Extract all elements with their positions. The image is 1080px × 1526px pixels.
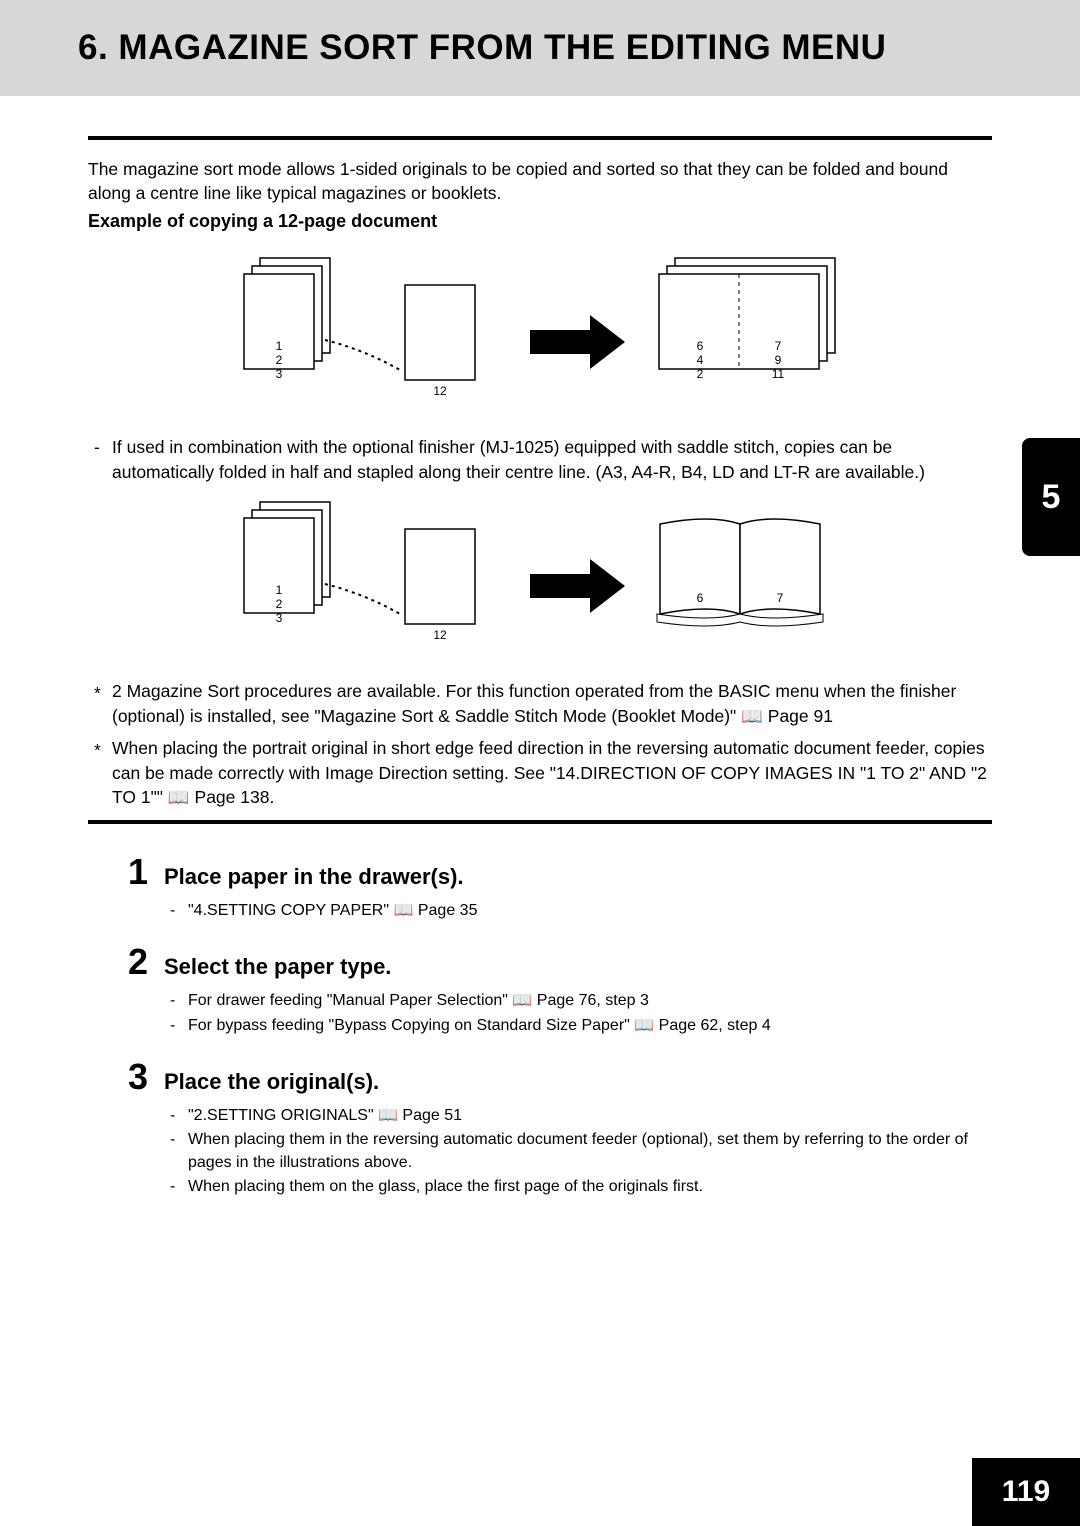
d1-br: 11 — [772, 367, 785, 381]
d2-r: 7 — [777, 591, 784, 605]
step-2-title: Select the paper type. — [164, 954, 391, 980]
star-list: 2 Magazine Sort procedures are available… — [88, 679, 992, 810]
d1-stack-1: 1 — [276, 339, 283, 353]
d1-mr: 9 — [775, 353, 782, 367]
step-3-num: 3 — [128, 1059, 164, 1095]
step-1-num: 1 — [128, 854, 164, 890]
d2-l: 6 — [697, 591, 704, 605]
intro-paragraph: The magazine sort mode allows 1-sided or… — [88, 158, 992, 205]
step-3-item-2: When placing them on the glass, place th… — [164, 1176, 992, 1198]
chapter-tab: 5 — [1022, 438, 1080, 556]
d1-bl: 2 — [697, 367, 704, 381]
step-3: 3 Place the original(s). "2.SETTING ORIG… — [128, 1059, 992, 1199]
top-rule — [88, 136, 992, 140]
star-1: 2 Magazine Sort procedures are available… — [88, 679, 992, 728]
page-header: 6. MAGAZINE SORT FROM THE EDITING MENU — [0, 0, 1080, 96]
d2-stack-1: 1 — [276, 583, 283, 597]
step-3-item-1: When placing them in the reversing autom… — [164, 1129, 992, 1174]
diagram-2: 1 2 3 12 6 7 — [88, 494, 992, 654]
step-1-title: Place paper in the drawer(s). — [164, 864, 464, 890]
d2-stack-2: 2 — [276, 597, 283, 611]
step-2-item-0: For drawer feeding "Manual Paper Selecti… — [164, 990, 992, 1012]
step-1: 1 Place paper in the drawer(s). "4.SETTI… — [128, 854, 992, 922]
step-1-item-0: "4.SETTING COPY PAPER" 📖 Page 35 — [164, 900, 992, 922]
d1-stack-2: 2 — [276, 353, 283, 367]
diagram-1-svg: 1 2 3 12 6 7 4 9 2 11 — [230, 250, 850, 410]
d1-stack-3: 3 — [276, 367, 283, 381]
bullet-1: If used in combination with the optional… — [88, 435, 992, 484]
bullet-list-1: If used in combination with the optional… — [88, 435, 992, 484]
step-2: 2 Select the paper type. For drawer feed… — [128, 944, 992, 1037]
d1-tl: 6 — [697, 339, 704, 353]
step-3-item-0: "2.SETTING ORIGINALS" 📖 Page 51 — [164, 1105, 992, 1127]
d1-tr: 7 — [775, 339, 782, 353]
diagram-2-svg: 1 2 3 12 6 7 — [230, 494, 850, 654]
step-2-item-1: For bypass feeding "Bypass Copying on St… — [164, 1015, 992, 1037]
step-3-title: Place the original(s). — [164, 1069, 379, 1095]
d2-single: 12 — [433, 628, 447, 642]
star-2: When placing the portrait original in sh… — [88, 736, 992, 810]
d1-ml: 4 — [697, 353, 704, 367]
steps-container: 1 Place paper in the drawer(s). "4.SETTI… — [88, 854, 992, 1199]
page-title: 6. MAGAZINE SORT FROM THE EDITING MENU — [78, 28, 886, 68]
page-number: 119 — [972, 1458, 1080, 1526]
d2-stack-3: 3 — [276, 611, 283, 625]
mid-rule — [88, 820, 992, 824]
diagram-1: 1 2 3 12 6 7 4 9 2 11 — [88, 250, 992, 410]
step-2-num: 2 — [128, 944, 164, 980]
d1-single: 12 — [433, 384, 447, 398]
page-content: The magazine sort mode allows 1-sided or… — [0, 96, 1080, 1198]
example-label: Example of copying a 12-page document — [88, 211, 992, 232]
